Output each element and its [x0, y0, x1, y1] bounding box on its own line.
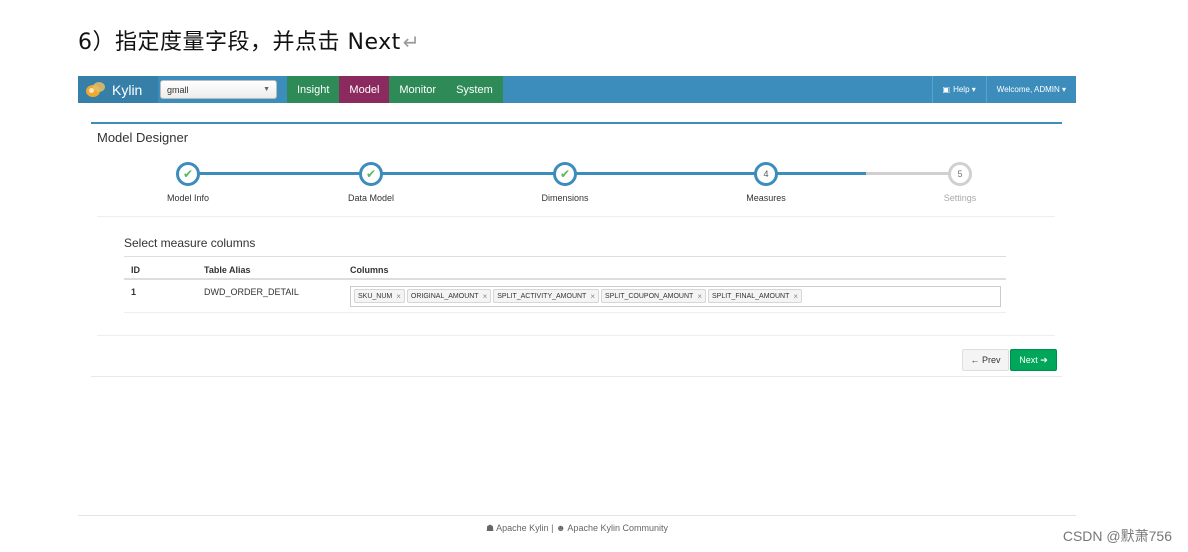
kylin-logo-icon — [86, 81, 106, 99]
step-settings[interactable]: 5 Settings — [910, 162, 1010, 203]
column-tag[interactable]: SPLIT_COUPON_AMOUNT × — [601, 289, 706, 303]
step-label: Settings — [943, 193, 977, 203]
step-label: Model Info — [166, 193, 210, 203]
project-select[interactable]: gmall ▼ — [160, 80, 277, 99]
measure-table: ID Table Alias Columns 1 DWD_ORDER_DETAI… — [124, 256, 1006, 313]
step-data-model[interactable]: ✔ Data Model — [321, 162, 421, 203]
column-header-alias: Table Alias — [204, 265, 251, 275]
step-model-info[interactable]: ✔ Model Info — [138, 162, 238, 203]
tab-monitor[interactable]: Monitor — [389, 76, 446, 103]
check-icon: ✔ — [359, 162, 383, 186]
step-number: 4 — [754, 162, 778, 186]
step-label: Measures — [746, 193, 786, 203]
column-tag[interactable]: SPLIT_ACTIVITY_AMOUNT × — [493, 289, 600, 303]
main-nav-tabs: Insight Model Monitor System — [287, 76, 503, 103]
section-title: Select measure columns — [124, 236, 256, 250]
divider — [97, 335, 1055, 336]
column-tag[interactable]: ORIGINAL_AMOUNT × — [406, 289, 492, 303]
tab-system[interactable]: System — [446, 76, 503, 103]
footer-divider — [78, 515, 1076, 516]
column-header-columns: Columns — [350, 265, 389, 275]
table-header: ID Table Alias Columns — [124, 256, 1006, 280]
check-icon: ✔ — [553, 162, 577, 186]
table-row: 1 DWD_ORDER_DETAIL SKU_NUM × ORIGINAL_AMOU… — [124, 280, 1006, 313]
chevron-down-icon: ▼ — [263, 86, 270, 93]
prev-button[interactable]: ← Prev — [962, 349, 1009, 371]
step-dimensions[interactable]: ✔ Dimensions — [515, 162, 615, 203]
footer-links[interactable]: ☗ Apache Kylin | ☻ Apache Kylin Communit… — [0, 523, 1154, 534]
wizard-steps: ✔ Model Info ✔ Data Model ✔ Dimensions 4 Measur… — [91, 124, 1062, 224]
help-menu[interactable]: ▣ Help ▾ — [931, 76, 986, 103]
tab-model[interactable]: Model — [339, 76, 390, 103]
close-icon[interactable]: × — [396, 292, 401, 301]
return-mark: ↵ — [402, 30, 421, 54]
close-icon[interactable]: × — [793, 292, 798, 301]
close-icon[interactable]: × — [590, 292, 595, 301]
divider — [97, 216, 1055, 217]
book-icon: ▣ — [942, 85, 951, 94]
model-designer-panel: Model Designer ✔ Model Info ✔ Data Model ✔ Di… — [91, 122, 1062, 377]
tab-insight[interactable]: Insight — [287, 76, 339, 103]
column-header-id: ID — [131, 265, 140, 275]
close-icon[interactable]: × — [697, 292, 702, 301]
row-id: 1 — [131, 287, 137, 297]
column-tag[interactable]: SPLIT_FINAL_AMOUNT × — [707, 289, 803, 303]
close-icon[interactable]: × — [483, 292, 488, 301]
brand-name: Kylin — [112, 81, 143, 98]
document-heading: 6）指定度量字段，并点击 Next ↵ — [78, 30, 421, 55]
column-tag[interactable]: SKU_NUM × — [354, 289, 405, 303]
step-label: Data Model — [347, 193, 395, 203]
step-label: Dimensions — [541, 193, 589, 203]
brand[interactable]: Kylin — [78, 76, 158, 103]
check-icon: ✔ — [176, 162, 200, 186]
row-alias: DWD_ORDER_DETAIL — [204, 287, 299, 297]
measure-columns-input[interactable]: SKU_NUM × ORIGINAL_AMOUNT × SPLIT_ACTIVITY_A… — [350, 286, 1001, 307]
step-measures[interactable]: 4 Measures — [716, 162, 816, 203]
top-navbar: Kylin gmall ▼ Insight Model Monitor System … — [78, 76, 1076, 103]
project-select-value: gmall — [167, 84, 189, 95]
watermark: CSDN @默萧756 — [1062, 528, 1172, 544]
step-number: 5 — [948, 162, 972, 186]
user-menu[interactable]: Welcome, ADMIN ▾ — [985, 76, 1076, 103]
next-button[interactable]: Next ➔ — [1010, 349, 1057, 371]
